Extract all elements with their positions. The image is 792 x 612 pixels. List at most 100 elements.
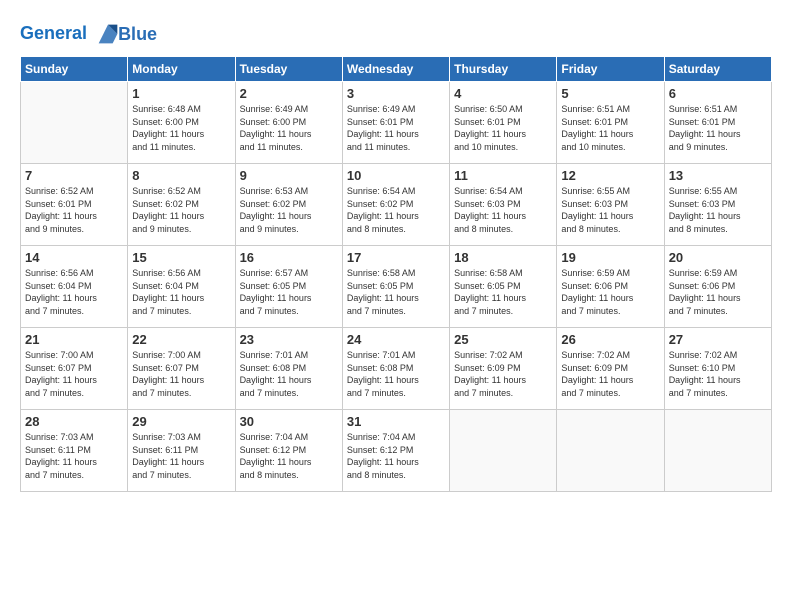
day-number: 16 xyxy=(240,250,338,265)
day-info: Sunrise: 6:55 AM Sunset: 6:03 PM Dayligh… xyxy=(669,185,767,235)
day-info: Sunrise: 6:51 AM Sunset: 6:01 PM Dayligh… xyxy=(561,103,659,153)
day-cell: 3 Sunrise: 6:49 AM Sunset: 6:01 PM Daylig… xyxy=(342,82,449,164)
day-info: Sunrise: 6:58 AM Sunset: 6:05 PM Dayligh… xyxy=(454,267,552,317)
day-cell: 26 Sunrise: 7:02 AM Sunset: 6:09 PM Dayli… xyxy=(557,328,664,410)
day-number: 1 xyxy=(132,86,230,101)
day-info: Sunrise: 6:48 AM Sunset: 6:00 PM Dayligh… xyxy=(132,103,230,153)
day-cell: 5 Sunrise: 6:51 AM Sunset: 6:01 PM Daylig… xyxy=(557,82,664,164)
day-cell: 15 Sunrise: 6:56 AM Sunset: 6:04 PM Dayli… xyxy=(128,246,235,328)
day-cell: 14Sunrise: 6:56 AM Sunset: 6:04 PM Dayli… xyxy=(21,246,128,328)
day-cell xyxy=(21,82,128,164)
day-number: 4 xyxy=(454,86,552,101)
day-info: Sunrise: 7:02 AM Sunset: 6:09 PM Dayligh… xyxy=(454,349,552,399)
day-number: 12 xyxy=(561,168,659,183)
week-row-5: 28 Sunrise: 7:03 AM Sunset: 6:11 PM Dayli… xyxy=(21,410,772,492)
day-number: 27 xyxy=(669,332,767,347)
day-number: 13 xyxy=(669,168,767,183)
day-info: Sunrise: 6:53 AM Sunset: 6:02 PM Dayligh… xyxy=(240,185,338,235)
day-cell: 28 Sunrise: 7:03 AM Sunset: 6:11 PM Dayli… xyxy=(21,410,128,492)
day-info: Sunrise: 7:01 AM Sunset: 6:08 PM Dayligh… xyxy=(347,349,445,399)
day-cell: 18Sunrise: 6:58 AM Sunset: 6:05 PM Dayli… xyxy=(450,246,557,328)
logo-general: General xyxy=(20,23,87,43)
day-number: 5 xyxy=(561,86,659,101)
day-cell: 23 Sunrise: 7:01 AM Sunset: 6:08 PM Dayli… xyxy=(235,328,342,410)
day-info: Sunrise: 7:02 AM Sunset: 6:09 PM Dayligh… xyxy=(561,349,659,399)
day-number: 7 xyxy=(25,168,123,183)
col-header-saturday: Saturday xyxy=(664,57,771,82)
day-info: Sunrise: 6:49 AM Sunset: 6:01 PM Dayligh… xyxy=(347,103,445,153)
day-number: 26 xyxy=(561,332,659,347)
day-info: Sunrise: 7:03 AM Sunset: 6:11 PM Dayligh… xyxy=(25,431,123,481)
day-info: Sunrise: 6:50 AM Sunset: 6:01 PM Dayligh… xyxy=(454,103,552,153)
day-cell: 11Sunrise: 6:54 AM Sunset: 6:03 PM Dayli… xyxy=(450,164,557,246)
day-cell: 29 Sunrise: 7:03 AM Sunset: 6:11 PM Dayli… xyxy=(128,410,235,492)
col-header-tuesday: Tuesday xyxy=(235,57,342,82)
day-cell: 4 Sunrise: 6:50 AM Sunset: 6:01 PM Daylig… xyxy=(450,82,557,164)
col-header-monday: Monday xyxy=(128,57,235,82)
day-cell: 10 Sunrise: 6:54 AM Sunset: 6:02 PM Dayli… xyxy=(342,164,449,246)
week-row-3: 14 Sunrise: 6:56 AM Sunset: 6:04 PM Dayli… xyxy=(21,246,772,328)
day-info: Sunrise: 6:54 AM Sunset: 6:03 PM Dayligh… xyxy=(454,185,552,235)
day-info: Sunrise: 6:52 AM Sunset: 6:01 PM Dayligh… xyxy=(25,185,123,235)
day-cell: 24Sunrise: 7:01 AM Sunset: 6:08 PM Dayli… xyxy=(342,328,449,410)
col-header-wednesday: Wednesday xyxy=(342,57,449,82)
column-headers: SundayMondayTuesdayWednesdayThursdayFrid… xyxy=(21,57,772,82)
day-cell xyxy=(557,410,664,492)
logo-blue: Blue xyxy=(118,24,157,45)
day-info: Sunrise: 6:59 AM Sunset: 6:06 PM Dayligh… xyxy=(561,267,659,317)
day-number: 29 xyxy=(132,414,230,429)
day-cell: 22 Sunrise: 7:00 AM Sunset: 6:07 PM Dayli… xyxy=(128,328,235,410)
day-number: 10 xyxy=(347,168,445,183)
day-info: Sunrise: 7:00 AM Sunset: 6:07 PM Dayligh… xyxy=(132,349,230,399)
day-cell: 17 Sunrise: 6:58 AM Sunset: 6:05 PM Dayli… xyxy=(342,246,449,328)
week-row-2: 7 Sunrise: 6:52 AM Sunset: 6:01 PM Daylig… xyxy=(21,164,772,246)
day-info: Sunrise: 6:55 AM Sunset: 6:03 PM Dayligh… xyxy=(561,185,659,235)
day-cell: 13 Sunrise: 6:55 AM Sunset: 6:03 PM Dayli… xyxy=(664,164,771,246)
day-cell: 25Sunrise: 7:02 AM Sunset: 6:09 PM Dayli… xyxy=(450,328,557,410)
day-info: Sunrise: 6:54 AM Sunset: 6:02 PM Dayligh… xyxy=(347,185,445,235)
day-number: 14 xyxy=(25,250,123,265)
day-number: 8 xyxy=(132,168,230,183)
day-number: 9 xyxy=(240,168,338,183)
header: General Blue xyxy=(20,16,772,48)
day-info: Sunrise: 7:02 AM Sunset: 6:10 PM Dayligh… xyxy=(669,349,767,399)
day-cell: 30Sunrise: 7:04 AM Sunset: 6:12 PM Dayli… xyxy=(235,410,342,492)
day-number: 19 xyxy=(561,250,659,265)
day-info: Sunrise: 6:51 AM Sunset: 6:01 PM Dayligh… xyxy=(669,103,767,153)
day-info: Sunrise: 6:58 AM Sunset: 6:05 PM Dayligh… xyxy=(347,267,445,317)
day-cell: 21 Sunrise: 7:00 AM Sunset: 6:07 PM Dayli… xyxy=(21,328,128,410)
day-cell: 12 Sunrise: 6:55 AM Sunset: 6:03 PM Dayli… xyxy=(557,164,664,246)
day-number: 21 xyxy=(25,332,123,347)
logo-text: General xyxy=(20,20,122,48)
day-info: Sunrise: 6:49 AM Sunset: 6:00 PM Dayligh… xyxy=(240,103,338,153)
day-number: 15 xyxy=(132,250,230,265)
day-cell: 7 Sunrise: 6:52 AM Sunset: 6:01 PM Daylig… xyxy=(21,164,128,246)
day-cell: 27 Sunrise: 7:02 AM Sunset: 6:10 PM Dayli… xyxy=(664,328,771,410)
day-cell: 6 Sunrise: 6:51 AM Sunset: 6:01 PM Daylig… xyxy=(664,82,771,164)
day-number: 22 xyxy=(132,332,230,347)
day-cell: 19 Sunrise: 6:59 AM Sunset: 6:06 PM Dayli… xyxy=(557,246,664,328)
calendar-table: SundayMondayTuesdayWednesdayThursdayFrid… xyxy=(20,56,772,492)
col-header-thursday: Thursday xyxy=(450,57,557,82)
day-number: 20 xyxy=(669,250,767,265)
day-info: Sunrise: 7:00 AM Sunset: 6:07 PM Dayligh… xyxy=(25,349,123,399)
day-cell: 1 Sunrise: 6:48 AM Sunset: 6:00 PM Daylig… xyxy=(128,82,235,164)
day-info: Sunrise: 6:52 AM Sunset: 6:02 PM Dayligh… xyxy=(132,185,230,235)
day-cell: 2Sunrise: 6:49 AM Sunset: 6:00 PM Daylig… xyxy=(235,82,342,164)
day-info: Sunrise: 7:01 AM Sunset: 6:08 PM Dayligh… xyxy=(240,349,338,399)
day-cell: 31Sunrise: 7:04 AM Sunset: 6:12 PM Dayli… xyxy=(342,410,449,492)
day-cell: 16 Sunrise: 6:57 AM Sunset: 6:05 PM Dayli… xyxy=(235,246,342,328)
week-row-1: 1 Sunrise: 6:48 AM Sunset: 6:00 PM Daylig… xyxy=(21,82,772,164)
day-number: 28 xyxy=(25,414,123,429)
day-number: 23 xyxy=(240,332,338,347)
day-number: 17 xyxy=(347,250,445,265)
col-header-friday: Friday xyxy=(557,57,664,82)
day-info: Sunrise: 7:03 AM Sunset: 6:11 PM Dayligh… xyxy=(132,431,230,481)
week-row-4: 21 Sunrise: 7:00 AM Sunset: 6:07 PM Dayli… xyxy=(21,328,772,410)
day-number: 6 xyxy=(669,86,767,101)
day-info: Sunrise: 6:59 AM Sunset: 6:06 PM Dayligh… xyxy=(669,267,767,317)
day-number: 3 xyxy=(347,86,445,101)
day-info: Sunrise: 6:57 AM Sunset: 6:05 PM Dayligh… xyxy=(240,267,338,317)
day-info: Sunrise: 6:56 AM Sunset: 6:04 PM Dayligh… xyxy=(132,267,230,317)
calendar-body: 1 Sunrise: 6:48 AM Sunset: 6:00 PM Daylig… xyxy=(21,82,772,492)
